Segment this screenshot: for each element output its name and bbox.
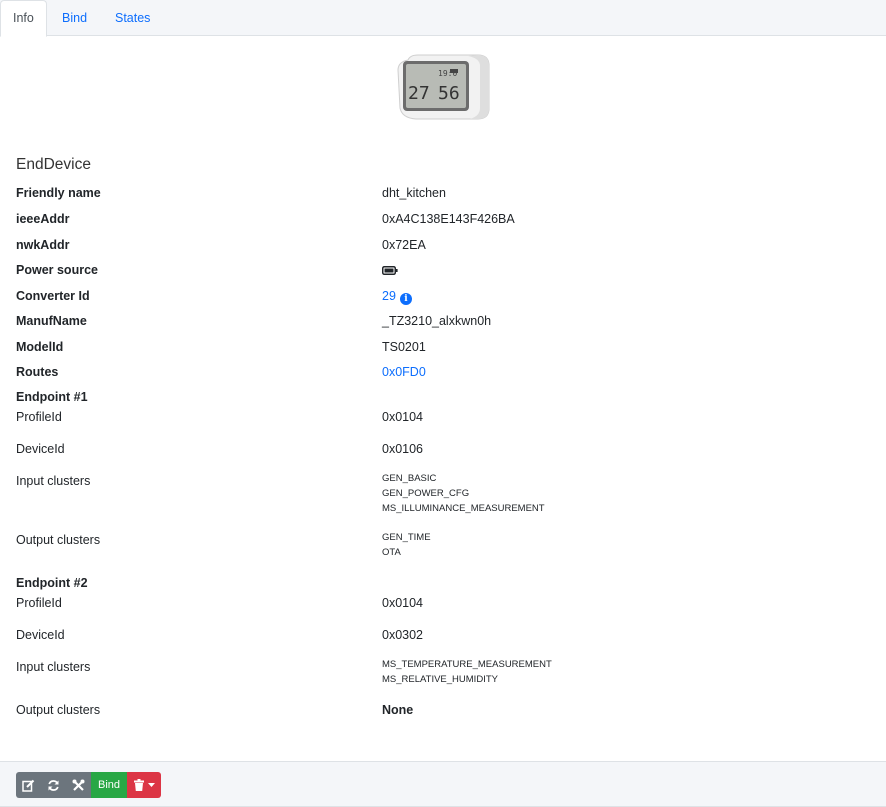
friendly-name-value: dht_kitchen	[382, 186, 446, 200]
cluster-item: GEN_BASIC	[382, 473, 437, 484]
ieee-addr-value: 0xA4C138E143F426BA	[382, 212, 515, 226]
power-source-value	[382, 263, 398, 277]
routes-label: Routes	[16, 365, 59, 379]
refresh-button[interactable]	[41, 772, 66, 798]
ep1-input-clusters: GEN_BASIC GEN_POWER_CFG MS_ILLUMINANCE_M…	[382, 471, 545, 516]
ep1-input-label: Input clusters	[16, 474, 91, 488]
converter-id-value: 29 i	[382, 289, 412, 305]
tools-icon	[72, 779, 85, 791]
power-source-label: Power source	[16, 263, 98, 277]
cluster-item: MS_ILLUMINANCE_MEASUREMENT	[382, 503, 545, 514]
caret-down-icon	[148, 782, 155, 787]
svg-text:56: 56	[438, 83, 460, 104]
bind-button[interactable]: Bind	[91, 772, 127, 798]
edit-icon	[22, 779, 35, 792]
device-image: 19:0 27 56	[397, 54, 490, 120]
ep2-profile-label: ProfileId	[16, 596, 62, 610]
ep2-input-clusters: MS_TEMPERATURE_MEASUREMENT MS_RELATIVE_H…	[382, 657, 552, 687]
ep2-output-label: Output clusters	[16, 703, 101, 717]
edit-button[interactable]	[16, 772, 41, 798]
trash-icon	[134, 779, 144, 791]
ep2-profile-value: 0x0104	[382, 596, 424, 610]
tab-bar: Info Bind States	[0, 0, 886, 37]
ep2-input-label: Input clusters	[16, 660, 91, 674]
friendly-name-label: Friendly name	[16, 186, 101, 200]
nwk-addr-value: 0x72EA	[382, 238, 426, 252]
svg-text:27: 27	[408, 83, 430, 104]
battery-icon	[382, 266, 398, 276]
cluster-item: OTA	[382, 547, 401, 558]
ep1-output-label: Output clusters	[16, 533, 101, 547]
cluster-item: MS_TEMPERATURE_MEASUREMENT	[382, 659, 552, 670]
tools-button[interactable]	[66, 772, 91, 798]
manuf-name-label: ManufName	[16, 314, 87, 328]
ep1-profile-label: ProfileId	[16, 410, 62, 424]
endpoint-2-title: Endpoint #2	[16, 576, 88, 590]
model-id-label: ModelId	[16, 340, 64, 354]
ep1-device-label: DeviceId	[16, 442, 65, 456]
endpoint-1-title: Endpoint #1	[16, 390, 88, 404]
cluster-item: MS_RELATIVE_HUMIDITY	[382, 674, 498, 685]
nwk-addr-label: nwkAddr	[16, 238, 70, 252]
converter-id-link[interactable]: 29	[382, 289, 396, 303]
delete-dropdown-button[interactable]	[127, 772, 161, 798]
action-toolbar: Bind	[0, 761, 886, 807]
cluster-item: GEN_POWER_CFG	[382, 488, 470, 499]
routes-link[interactable]: 0x0FD0	[382, 365, 426, 379]
ieee-addr-label: ieeeAddr	[16, 212, 70, 226]
action-button-group: Bind	[16, 772, 161, 798]
ep2-device-label: DeviceId	[16, 628, 65, 642]
device-type-heading: EndDevice	[16, 156, 91, 173]
ep1-output-clusters: GEN_TIME OTA	[382, 530, 431, 560]
ep1-device-value: 0x0106	[382, 442, 424, 456]
refresh-icon	[48, 779, 59, 791]
tab-states[interactable]: States	[103, 0, 162, 36]
converter-id-label: Converter Id	[16, 289, 90, 303]
model-id-value: TS0201	[382, 340, 426, 354]
info-circle-icon[interactable]: i	[399, 293, 412, 305]
ep1-profile-value: 0x0104	[382, 410, 424, 424]
tab-bind[interactable]: Bind	[50, 0, 99, 36]
ep2-output-none: None	[382, 703, 414, 717]
manuf-name-value: _TZ3210_alxkwn0h	[382, 314, 492, 328]
ep2-device-value: 0x0302	[382, 628, 424, 642]
cluster-item: GEN_TIME	[382, 532, 431, 543]
tab-info[interactable]: Info	[0, 0, 47, 37]
